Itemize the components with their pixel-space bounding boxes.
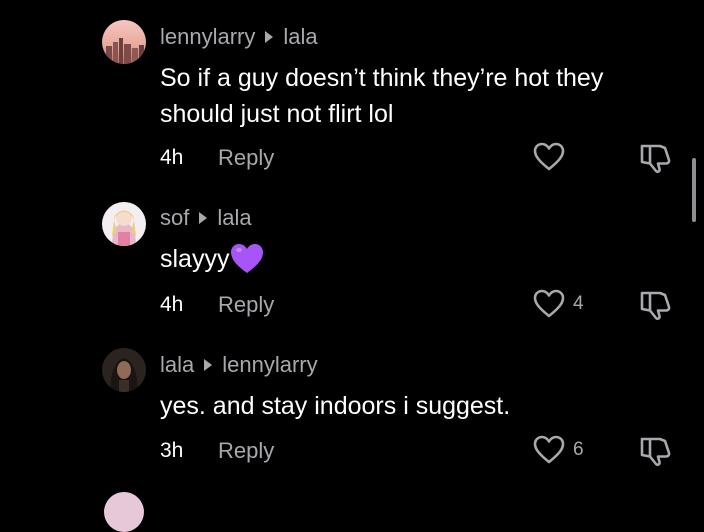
dislike-button[interactable]	[638, 289, 672, 326]
comment-text-line: yes. and stay indoors i suggest.	[160, 392, 511, 420]
like-count: 4	[573, 293, 584, 314]
avatar[interactable]	[104, 492, 144, 532]
thumbs-down-icon	[640, 291, 671, 320]
avatar[interactable]	[102, 348, 146, 392]
reply-arrow-icon	[199, 212, 208, 224]
reply-to-name[interactable]: lennylarry	[222, 352, 317, 378]
author-name[interactable]: lennylarry	[160, 24, 255, 50]
heart-icon	[533, 435, 565, 464]
like-button[interactable]: 6	[533, 435, 584, 465]
thumbs-down-icon	[640, 437, 671, 466]
comment-meta: lennylarry lala	[160, 24, 318, 50]
heart-icon	[533, 142, 565, 171]
comment-time: 3h	[160, 439, 184, 462]
comment-footer: 3h Reply 6	[0, 431, 704, 471]
comment-text: yes. and stay indoors i suggest.	[160, 388, 690, 424]
like-count: 6	[573, 439, 584, 460]
reply-to-name[interactable]: lala	[283, 24, 317, 50]
reply-arrow-icon	[265, 31, 274, 43]
avatar[interactable]	[102, 202, 146, 246]
author-name[interactable]: sof	[160, 205, 189, 231]
comment-footer: 4h Reply	[0, 138, 704, 178]
comment-text-line-wrap: slayyy	[160, 241, 690, 277]
sunset-city-avatar-icon	[102, 20, 146, 64]
reply-arrow-icon	[204, 359, 213, 371]
comment-meta: sof lala	[160, 205, 252, 231]
comment-text-line: So if a guy doesn’t think they’re hot th…	[160, 64, 604, 92]
dark-portrait-avatar-icon	[102, 348, 146, 392]
comment-text-line: slayyy	[160, 245, 230, 273]
like-button[interactable]: 4	[533, 289, 584, 319]
thumbs-down-icon	[640, 144, 671, 173]
anime-girl-avatar-icon	[102, 202, 146, 246]
comment-text: So if a guy doesn’t think they’re hot th…	[160, 60, 690, 132]
dislike-button[interactable]	[638, 435, 672, 472]
comment-meta: lala lennylarry	[160, 352, 318, 378]
reply-button[interactable]: Reply	[218, 292, 274, 318]
like-button[interactable]	[533, 142, 573, 172]
scrollbar[interactable]	[692, 158, 696, 222]
author-name[interactable]: lala	[160, 352, 194, 378]
purple-heart-emoji-icon	[231, 244, 264, 273]
comment-time: 4h	[160, 293, 184, 316]
comment-footer: 4h Reply 4	[0, 285, 704, 325]
reply-button[interactable]: Reply	[218, 438, 274, 464]
comment-text-line: should just not flirt lol	[160, 100, 394, 128]
reply-button[interactable]: Reply	[218, 145, 274, 171]
reply-to-name[interactable]: lala	[217, 205, 251, 231]
heart-icon	[533, 289, 565, 318]
comment-time: 4h	[160, 146, 184, 169]
avatar[interactable]	[102, 20, 146, 64]
dislike-button[interactable]	[638, 142, 672, 179]
comment-text: slayyy	[160, 241, 690, 277]
